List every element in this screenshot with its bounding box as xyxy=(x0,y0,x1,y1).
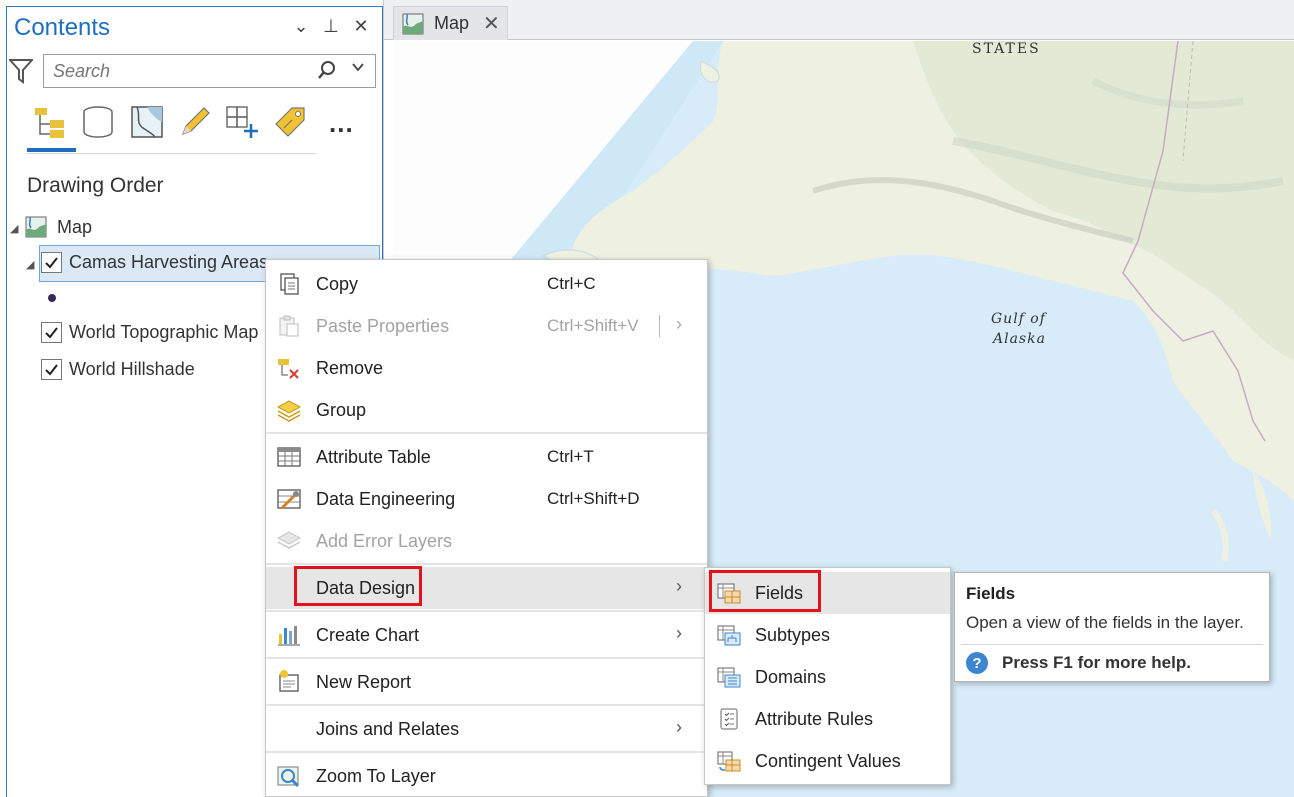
collapse-map-icon[interactable]: ◢ xyxy=(10,222,18,235)
tree-item-map[interactable]: Map xyxy=(25,216,92,238)
tooltip-title: Fields xyxy=(966,584,1016,603)
map-label-states: STATES xyxy=(972,41,1041,57)
tab-map[interactable]: Map ✕ xyxy=(393,6,508,40)
layer-context-menu: Copy Ctrl+C Paste Properties Ctrl+Shift+… xyxy=(265,259,708,797)
remove-layer-icon xyxy=(278,359,299,379)
help-icon: ? xyxy=(966,652,988,674)
tooltip-help-row: ? Press F1 for more help. xyxy=(966,652,1191,674)
map-icon xyxy=(402,13,424,34)
submenu-item-subtypes[interactable]: Subtypes xyxy=(705,614,950,656)
tooltip-help-text: Press F1 for more help. xyxy=(1002,653,1191,672)
menu-separator xyxy=(266,704,707,706)
menu-separator xyxy=(266,563,707,565)
menu-separator xyxy=(266,657,707,659)
error-layers-icon xyxy=(276,531,302,549)
menu-item-copy[interactable]: Copy Ctrl+C xyxy=(266,263,707,305)
pane-controls: ⌄ ⊥ ✕ xyxy=(291,16,371,37)
tab-map-label: Map xyxy=(434,13,470,33)
tooltip-description: Open a view of the fields in the layer. xyxy=(966,613,1244,632)
highlight-box-data-design xyxy=(294,566,422,606)
checkmark-icon xyxy=(45,364,58,376)
menu-separator xyxy=(266,610,707,612)
submenu-arrow-icon[interactable]: › xyxy=(676,717,682,738)
layer-visibility-checkbox[interactable] xyxy=(41,252,62,273)
menu-separator xyxy=(266,432,707,434)
menu-item-add-error-layers[interactable]: Add Error Layers xyxy=(266,520,707,562)
table-icon xyxy=(277,447,301,467)
filter-icon[interactable] xyxy=(9,58,33,84)
tree-item-world-topographic-map[interactable]: World Topographic Map xyxy=(41,322,258,343)
checkmark-icon xyxy=(45,327,58,339)
pin-icon[interactable]: ⊥ xyxy=(321,16,341,37)
tree-item-world-hillshade[interactable]: World Hillshade xyxy=(41,359,195,380)
close-pane-icon[interactable]: ✕ xyxy=(351,16,371,37)
tooltip-separator xyxy=(961,644,1263,645)
list-by-selection-icon[interactable] xyxy=(129,104,165,140)
pane-options-chevron-icon[interactable]: ⌄ xyxy=(291,16,311,37)
layer-name: Camas Harvesting Areas xyxy=(69,252,269,272)
attribute-rules-icon xyxy=(720,708,738,730)
submenu-item-contingent-values[interactable]: Contingent Values xyxy=(705,740,950,782)
layer-name: World Hillshade xyxy=(69,359,195,379)
submenu-arrow-icon[interactable]: › xyxy=(676,623,682,644)
view-tabstrip xyxy=(384,0,1294,40)
submenu-item-domains[interactable]: Domains xyxy=(705,656,950,698)
menu-item-paste-properties[interactable]: Paste Properties Ctrl+Shift+V › xyxy=(266,305,707,347)
data-engineering-icon xyxy=(277,489,301,510)
more-options-button[interactable]: ... xyxy=(329,108,354,139)
drawing-order-heading: Drawing Order xyxy=(27,174,164,197)
point-symbol-icon[interactable] xyxy=(48,294,56,302)
close-tab-icon[interactable]: ✕ xyxy=(483,11,500,36)
menu-item-zoom-to-layer[interactable]: Zoom To Layer xyxy=(266,755,707,797)
list-by-source-icon[interactable] xyxy=(80,104,116,140)
layer-name: World Topographic Map xyxy=(69,322,259,342)
submenu-item-attribute-rules[interactable]: Attribute Rules xyxy=(705,698,950,740)
submenu-arrow-icon[interactable]: › xyxy=(676,576,682,597)
contents-toolbar xyxy=(26,100,316,154)
menu-item-joins-and-relates[interactable]: Joins and Relates › xyxy=(266,708,707,750)
menu-item-create-chart[interactable]: Create Chart › xyxy=(266,614,707,656)
copy-icon xyxy=(280,273,299,295)
list-by-labeling-icon[interactable] xyxy=(272,104,308,140)
report-icon xyxy=(279,670,299,692)
pane-title: Contents xyxy=(14,14,111,41)
collapse-layer-icon[interactable]: ◢ xyxy=(26,258,34,271)
map-label-gulf-line1: Gulf of xyxy=(991,311,1046,327)
menu-item-new-report[interactable]: New Report xyxy=(266,661,707,703)
fields-tooltip: Fields Open a view of the fields in the … xyxy=(954,572,1270,682)
menu-item-group[interactable]: Group xyxy=(266,389,707,431)
tree-item-camas-harvesting-areas[interactable]: Camas Harvesting Areas xyxy=(41,252,268,273)
layer-visibility-checkbox[interactable] xyxy=(41,359,62,380)
map-icon xyxy=(25,216,47,238)
list-by-drawing-order-icon[interactable] xyxy=(32,104,68,140)
group-layers-icon xyxy=(276,400,302,422)
split-separator xyxy=(659,315,660,337)
search-box[interactable] xyxy=(43,54,376,88)
menu-separator xyxy=(266,751,707,753)
layer-visibility-checkbox[interactable] xyxy=(41,322,62,343)
chart-icon xyxy=(278,626,300,646)
submenu-arrow-icon[interactable]: › xyxy=(676,314,682,335)
menu-item-data-engineering[interactable]: Data Engineering Ctrl+Shift+D xyxy=(266,478,707,520)
domains-icon xyxy=(717,667,741,688)
map-label-gulf-line2: Alaska xyxy=(993,331,1046,347)
list-by-editing-icon[interactable] xyxy=(177,104,213,140)
zoom-to-layer-icon xyxy=(277,766,300,788)
menu-item-attribute-table[interactable]: Attribute Table Ctrl+T xyxy=(266,436,707,478)
active-tab-indicator xyxy=(27,148,76,152)
checkmark-icon xyxy=(45,257,58,269)
search-input[interactable] xyxy=(51,56,311,86)
subtypes-icon xyxy=(717,625,741,646)
list-by-snapping-icon[interactable] xyxy=(224,104,260,140)
search-icon[interactable] xyxy=(317,60,337,85)
paste-icon xyxy=(279,315,299,337)
menu-item-remove[interactable]: Remove xyxy=(266,347,707,389)
highlight-box-fields xyxy=(709,570,821,612)
data-design-submenu: Fields Subtypes Domains Attribute Rules xyxy=(704,567,951,785)
search-options-chevron-icon[interactable] xyxy=(351,60,365,79)
tree-item-map-label: Map xyxy=(57,216,93,237)
contingent-values-icon xyxy=(717,751,741,772)
